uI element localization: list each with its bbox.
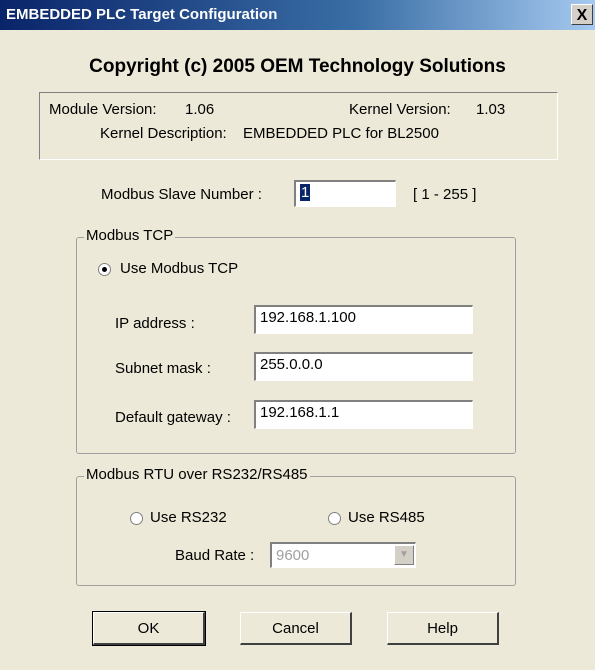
slave-number-range: [ 1 - 255 ] xyxy=(413,186,477,203)
use-modbus-tcp-label[interactable]: Use Modbus TCP xyxy=(120,260,238,277)
use-modbus-tcp-radio[interactable] xyxy=(98,263,111,276)
default-gateway-label: Default gateway : xyxy=(115,409,231,426)
modbus-tcp-group-label: Modbus TCP xyxy=(84,227,176,244)
target-configuration-dialog: EMBEDDED PLC Target Configuration X Copy… xyxy=(0,0,595,670)
subnet-mask-input[interactable]: 255.0.0.0 xyxy=(254,352,473,381)
window-title: EMBEDDED PLC Target Configuration xyxy=(6,6,278,23)
close-icon[interactable]: X xyxy=(571,4,593,25)
use-rs232-radio[interactable] xyxy=(130,512,143,525)
module-version-value: 1.06 xyxy=(185,101,215,118)
cancel-button[interactable]: Cancel xyxy=(240,612,352,645)
slave-number-value: 1 xyxy=(300,184,311,201)
slave-number-label: Modbus Slave Number : xyxy=(101,186,262,203)
use-rs485-label[interactable]: Use RS485 xyxy=(348,509,425,526)
title-bar[interactable]: EMBEDDED PLC Target Configuration X xyxy=(0,0,595,30)
kernel-description-value: EMBEDDED PLC for BL2500 xyxy=(243,125,439,142)
module-version-label: Module Version: xyxy=(49,101,157,118)
chevron-down-icon[interactable]: ▼ xyxy=(394,545,414,565)
ip-address-input[interactable]: 192.168.1.100 xyxy=(254,305,473,334)
baud-rate-value: 9600 xyxy=(276,547,310,564)
baud-rate-select[interactable]: 9600 ▼ xyxy=(270,542,416,568)
modbus-rtu-group-label: Modbus RTU over RS232/RS485 xyxy=(84,466,310,483)
kernel-version-label: Kernel Version: xyxy=(349,101,451,118)
baud-rate-label: Baud Rate : xyxy=(175,547,255,564)
version-info-panel: Module Version: 1.06 Kernel Version: 1.0… xyxy=(39,92,558,160)
kernel-description-label: Kernel Description: xyxy=(100,125,227,142)
slave-number-input[interactable]: 1 xyxy=(294,180,396,207)
modbus-rtu-group xyxy=(76,476,516,586)
ip-address-label: IP address : xyxy=(115,315,195,332)
ok-button[interactable]: OK xyxy=(92,611,206,646)
radio-selected-dot xyxy=(102,267,107,272)
use-rs485-radio[interactable] xyxy=(328,512,341,525)
copyright-text: Copyright (c) 2005 OEM Technology Soluti… xyxy=(89,56,506,77)
subnet-mask-label: Subnet mask : xyxy=(115,360,211,377)
kernel-version-value: 1.03 xyxy=(476,101,506,118)
help-button[interactable]: Help xyxy=(387,612,499,645)
default-gateway-input[interactable]: 192.168.1.1 xyxy=(254,400,473,429)
use-rs232-label[interactable]: Use RS232 xyxy=(150,509,227,526)
